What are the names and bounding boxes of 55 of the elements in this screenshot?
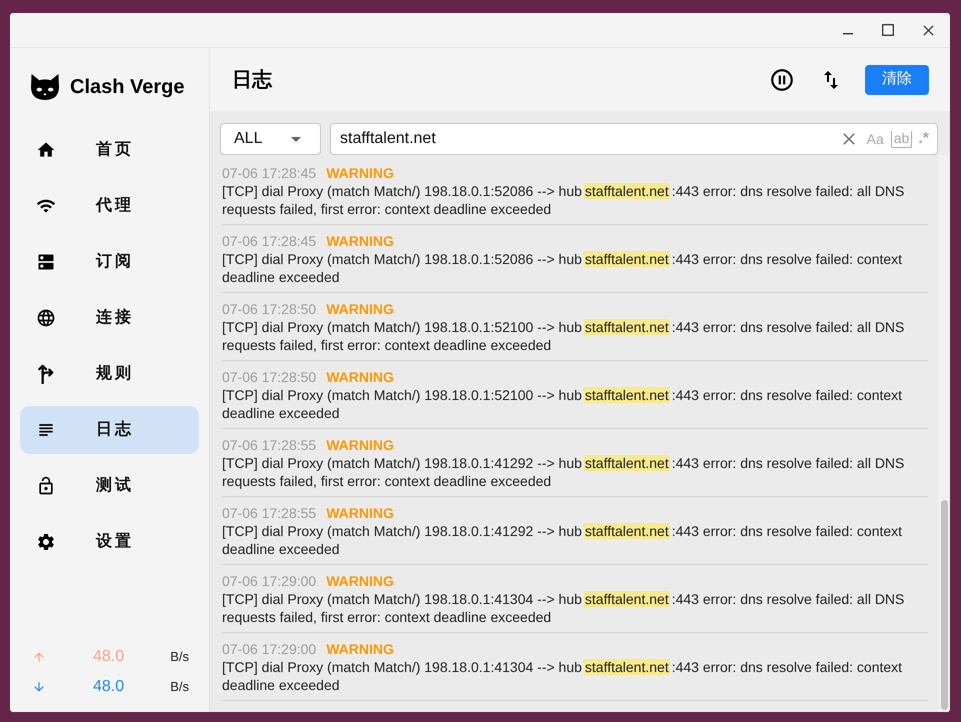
upload-speed: 48.0 [93,647,124,667]
scrollbar-thumb[interactable] [940,500,948,710]
clear-button[interactable]: 清除 [865,64,929,94]
nav-item[interactable]: 连接 [20,294,199,342]
nav-item[interactable]: 订阅 [20,238,199,286]
maximize-icon [882,24,894,36]
settings-icon [36,532,56,552]
log-level: WARNING [326,572,394,590]
nav-item[interactable]: 代理 [20,182,199,230]
nav-item[interactable]: 设置 [20,518,199,566]
log-message: [TCP] dial Proxy (match Match/) 198.18.0.1:41292 --> hub stafftalent.net :443 error: dns resolve failed: all DNS requests failed, first error: context deadline exceeded [222,454,906,490]
log-time: 07-06 17:28:50 [222,300,316,318]
caret-icon [291,136,301,142]
log-level: WARNING [326,436,394,454]
globe-icon [36,308,56,328]
log-level: WARNING [326,164,394,182]
nav-item[interactable]: 规则 [20,350,199,398]
log-level: WARNING [326,640,394,658]
download-arrow-icon [32,680,46,694]
upload-arrow-icon [32,650,46,664]
minimize-icon [843,33,853,35]
download-speed: 48.0 [93,677,124,697]
log-time: 07-06 17:28:45 [222,232,316,250]
fork-arrow-icon [36,364,56,384]
log-message: [TCP] dial Proxy (match Match/) 198.18.0.1:52100 --> hub stafftalent.net :443 error: dns resolve failed: context deadline exceeded [222,386,904,422]
log-message: [TCP] dial Proxy (match Match/) 198.18.0.1:52086 --> hub stafftalent.net :443 error: dns resolve failed: context deadline exceeded [222,250,904,286]
log-time: 07-06 17:29:00 [222,572,316,590]
log-level: WARNING [326,300,394,318]
log-message: [TCP] dial Proxy (match Match/) 198.18.0.1:41292 --> hub stafftalent.net :443 error: dns resolve failed: context deadline exceeded [222,522,904,558]
log-message: [TCP] dial Proxy (match Match/) 198.18.0.1:41304 --> hub stafftalent.net :443 error: dns resolve failed: context deadline exceeded [222,658,904,694]
clear-search-icon[interactable] [842,133,855,145]
log-message: [TCP] dial Proxy (match Match/) 198.18.0.1:52100 --> hub stafftalent.net :443 error: dns resolve failed: all DNS requests failed, first error: context deadline exceeded [222,318,906,354]
log-level: WARNING [326,504,394,522]
log-time: 07-06 17:29:00 [222,640,316,658]
level-select[interactable]: ALL [220,123,321,155]
log-time: 07-06 17:28:45 [222,164,316,182]
log-message: [TCP] dial Proxy (match Match/) 198.18.0.1:41304 --> hub stafftalent.net :443 error: dns resolve failed: all DNS requests failed, first error: context deadline exceeded [222,590,906,626]
server-icon [36,252,56,272]
nav-item[interactable]: 日志 [20,406,199,454]
nav-item[interactable]: 首页 [20,126,199,174]
log-time: 07-06 17:28:55 [222,504,316,522]
speed-unit: B/s [170,678,189,696]
cat-logo-icon [30,73,60,101]
speed-unit: B/s [170,648,189,666]
nav-item[interactable]: 测试 [20,462,199,510]
log-message: [TCP] dial Proxy (match Match/) 198.18.0.1:52086 --> hub stafftalent.net :443 error: dns resolve failed: all DNS requests failed, first error: context deadline exceeded [222,182,906,218]
close-icon [922,24,934,36]
log-time: 07-06 17:28:50 [222,368,316,386]
app-name: Clash Verge [70,75,185,100]
search-field[interactable]: stafftalent.net Aa ab .* [330,123,938,155]
page-title: 日志 [232,68,272,92]
log-level: WARNING [326,368,394,386]
pause-icon [769,66,795,92]
log-level: WARNING [326,232,394,250]
log-time: 07-06 17:28:55 [222,436,316,454]
